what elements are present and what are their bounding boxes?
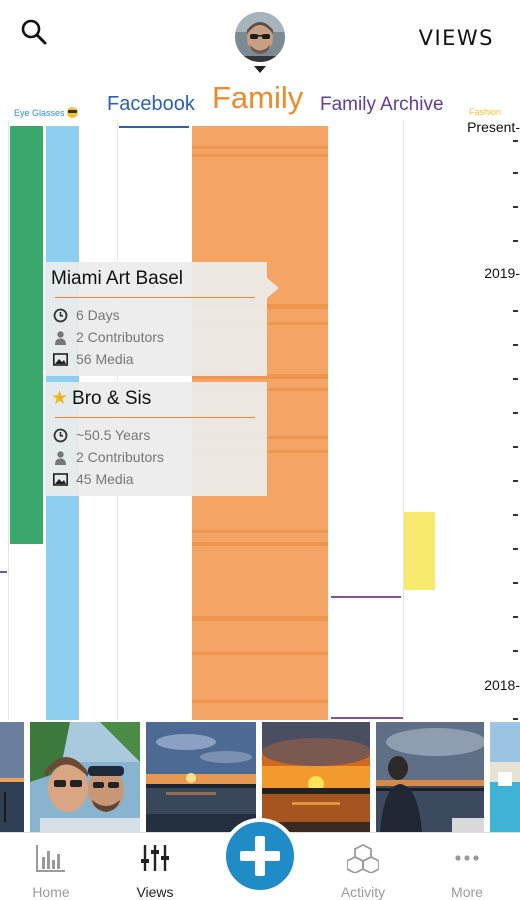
tab-facebook[interactable]: Facebook [107,93,195,116]
tab-fashion[interactable]: Fashion [469,107,501,117]
timeline-axis: Present- 2019- 2018- [460,120,520,720]
person-icon [55,330,66,345]
avatar[interactable] [235,12,285,62]
nav-more[interactable]: More [427,833,507,900]
nav-activity-label: Activity [340,884,386,900]
star-icon: ★ [51,388,69,409]
axis-tick [513,616,518,618]
lane-divider [403,120,404,720]
axis-tick [513,446,518,448]
more-dots-icon [455,855,479,861]
axis-tick [513,140,518,142]
card-duration: 6 Days [53,306,120,324]
add-button[interactable] [222,818,298,894]
sunset-harbor-photo[interactable] [0,722,24,832]
axis-tick [513,548,518,550]
axis-tick [513,480,518,482]
event-card-bro-and-sis[interactable]: ★ Bro & Sis ~50.5 Years 2 Contributors 45… [45,382,267,496]
media-thumbnail-strip [0,722,520,832]
plus-icon [240,836,280,876]
axis-tick [513,718,518,720]
clock-icon [53,428,68,442]
cubes-icon [347,843,379,873]
facebook-event-line[interactable] [119,126,189,128]
nav-activity[interactable]: Activity [323,833,403,900]
card-title: Bro & Sis [72,388,152,409]
fashion-event-bar[interactable] [404,512,435,590]
man-at-sunset-photo[interactable] [376,722,484,832]
nav-home-label: Home [32,884,70,900]
axis-tick [513,582,518,584]
orange-sunset-photo[interactable] [262,722,370,832]
card-title-row: ★ Bro & Sis [51,388,151,410]
nav-home[interactable]: Home [11,833,91,900]
axis-tick [513,172,518,174]
pool-photo[interactable] [490,722,520,832]
tab-family[interactable]: Family [212,80,303,116]
bar-chart-icon [36,845,65,872]
card-duration-text: ~50.5 Years [76,427,151,443]
nav-more-label: More [451,884,483,900]
app-screen: VIEWS Eye Glasses Facebook Family Family… [0,0,520,900]
card-contributors: 2 Contributors [53,328,164,346]
axis-tick [513,412,518,414]
axis-tick [513,344,518,346]
avatar-dropdown-caret-icon[interactable] [254,66,266,73]
axis-tick [513,310,518,312]
sunset-water-photo[interactable] [146,722,256,832]
tab-family-archive[interactable]: Family Archive [320,94,444,116]
axis-tick [513,650,518,652]
image-icon [53,352,68,366]
sliders-icon [141,845,169,871]
card-media-text: 56 Media [76,351,134,367]
axis-label-present: Present- [467,120,520,135]
card-title: Miami Art Basel [51,268,183,289]
axis-tick [513,206,518,208]
timeline: Present- 2019- 2018- Miami Art Basel 6 D… [0,120,520,720]
views-button[interactable]: VIEWS [419,26,494,50]
card-duration-text: 6 Days [76,307,120,323]
sunglasses-emoji-icon [66,107,78,118]
family-archive-event-line[interactable] [331,717,403,719]
view-tabs: Eye Glasses Facebook Family Family Archi… [0,80,520,120]
card-divider [55,297,255,298]
archive-event-line[interactable] [0,571,7,573]
card-media-text: 45 Media [76,471,134,487]
timeline-lane [0,120,9,720]
tab-eye-glasses-label: Eye Glasses [14,108,65,118]
family-archive-event-line[interactable] [331,596,401,598]
card-contributors-text: 2 Contributors [76,449,164,465]
axis-tick [513,240,518,242]
card-duration: ~50.5 Years [53,426,150,444]
tab-eye-glasses[interactable]: Eye Glasses [14,107,78,118]
card-contributors-text: 2 Contributors [76,329,164,345]
couple-selfie-photo[interactable] [30,722,140,832]
card-media: 56 Media [53,350,134,368]
image-icon [53,472,68,486]
axis-label-2019: 2019- [484,265,520,281]
axis-tick [513,514,518,516]
green-event-bar[interactable] [10,126,43,544]
nav-views[interactable]: Views [115,833,195,900]
card-divider [55,417,255,418]
axis-tick [513,378,518,380]
card-media: 45 Media [53,470,134,488]
header: VIEWS [0,0,520,88]
card-contributors: 2 Contributors [53,448,164,466]
nav-views-label: Views [136,884,174,900]
axis-label-2018: 2018- [484,677,520,693]
person-icon [55,450,66,465]
clock-icon [53,308,68,322]
event-card-miami-art-basel[interactable]: Miami Art Basel 6 Days 2 Contributors 56… [45,262,279,376]
search-icon[interactable] [18,16,50,48]
